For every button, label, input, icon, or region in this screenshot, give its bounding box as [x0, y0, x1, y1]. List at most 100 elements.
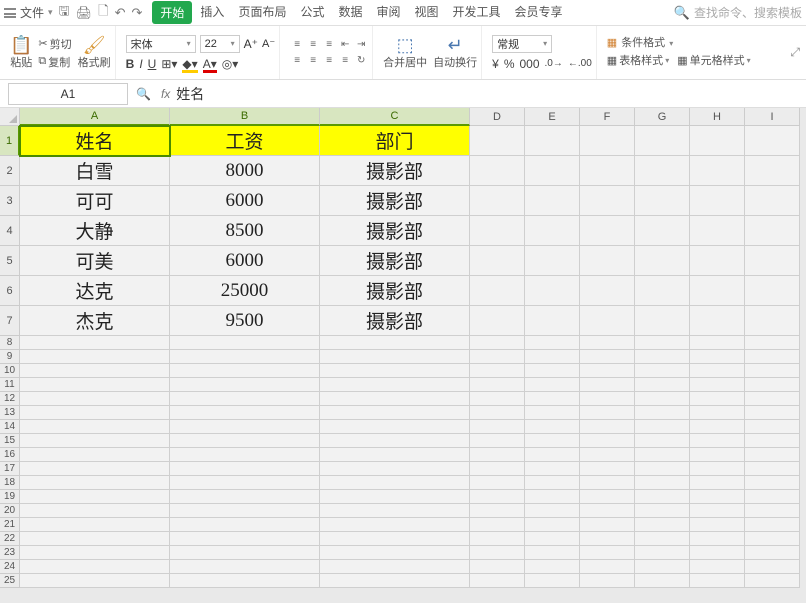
cell-A20[interactable]	[20, 504, 170, 518]
row-header-9[interactable]: 9	[0, 350, 20, 364]
row-header-23[interactable]: 23	[0, 546, 20, 560]
row-header-11[interactable]: 11	[0, 378, 20, 392]
tab-开始[interactable]: 开始	[152, 1, 192, 24]
search-box[interactable]: 🔍 查找命令、搜索模板	[674, 4, 802, 21]
cell-B7[interactable]: 9500	[170, 306, 320, 336]
row-header-19[interactable]: 19	[0, 490, 20, 504]
expand-icon[interactable]: ⤢	[790, 45, 800, 60]
cell-C3[interactable]: 摄影部	[320, 186, 470, 216]
cell-I12[interactable]	[745, 392, 800, 406]
cell-D7[interactable]	[470, 306, 525, 336]
cell-D16[interactable]	[470, 448, 525, 462]
cell-D9[interactable]	[470, 350, 525, 364]
cell-I10[interactable]	[745, 364, 800, 378]
cell-G10[interactable]	[635, 364, 690, 378]
cell-B2[interactable]: 8000	[170, 156, 320, 186]
font-color-button[interactable]: A▾	[203, 57, 217, 71]
cell-F12[interactable]	[580, 392, 635, 406]
tab-公式[interactable]: 公式	[294, 1, 330, 24]
cell-B16[interactable]	[170, 448, 320, 462]
cell-F13[interactable]	[580, 406, 635, 420]
col-header-I[interactable]: I	[745, 108, 800, 126]
cell-H4[interactable]	[690, 216, 745, 246]
cell-D21[interactable]	[470, 518, 525, 532]
cell-C13[interactable]	[320, 406, 470, 420]
row-header-16[interactable]: 16	[0, 448, 20, 462]
cell-G19[interactable]	[635, 490, 690, 504]
cell-A25[interactable]	[20, 574, 170, 588]
cell-E18[interactable]	[525, 476, 580, 490]
cell-D13[interactable]	[470, 406, 525, 420]
cell-F20[interactable]	[580, 504, 635, 518]
cell-C7[interactable]: 摄影部	[320, 306, 470, 336]
cell-I14[interactable]	[745, 420, 800, 434]
cell-A2[interactable]: 白雪	[20, 156, 170, 186]
cell-I8[interactable]	[745, 336, 800, 350]
cell-I22[interactable]	[745, 532, 800, 546]
cell-D8[interactable]	[470, 336, 525, 350]
cell-B23[interactable]	[170, 546, 320, 560]
row-header-7[interactable]: 7	[0, 306, 20, 336]
select-all-corner[interactable]	[0, 108, 20, 126]
cell-F17[interactable]	[580, 462, 635, 476]
tab-审阅[interactable]: 审阅	[370, 1, 406, 24]
cell-E7[interactable]	[525, 306, 580, 336]
cell-C17[interactable]	[320, 462, 470, 476]
row-header-25[interactable]: 25	[0, 574, 20, 588]
cell-I1[interactable]	[745, 126, 800, 156]
cell-G4[interactable]	[635, 216, 690, 246]
cell-B5[interactable]: 6000	[170, 246, 320, 276]
cell-G21[interactable]	[635, 518, 690, 532]
cell-A15[interactable]	[20, 434, 170, 448]
fx-icon[interactable]: fx	[161, 87, 170, 101]
cell-F16[interactable]	[580, 448, 635, 462]
cell-H14[interactable]	[690, 420, 745, 434]
cell-F10[interactable]	[580, 364, 635, 378]
cell-B10[interactable]	[170, 364, 320, 378]
cell-F1[interactable]	[580, 126, 635, 156]
copy-button[interactable]: ⧉复制	[38, 54, 71, 70]
cell-G22[interactable]	[635, 532, 690, 546]
cell-F7[interactable]	[580, 306, 635, 336]
cell-B18[interactable]	[170, 476, 320, 490]
cell-D24[interactable]	[470, 560, 525, 574]
bold-button[interactable]: B	[126, 57, 135, 71]
cell-E25[interactable]	[525, 574, 580, 588]
col-header-H[interactable]: H	[690, 108, 745, 126]
tab-视图[interactable]: 视图	[409, 1, 445, 24]
cell-B8[interactable]	[170, 336, 320, 350]
font-size-select[interactable]: 22▾	[200, 35, 240, 53]
cell-E16[interactable]	[525, 448, 580, 462]
cell-E24[interactable]	[525, 560, 580, 574]
name-box[interactable]: A1	[8, 83, 128, 105]
cell-H17[interactable]	[690, 462, 745, 476]
col-header-D[interactable]: D	[470, 108, 525, 126]
row-header-2[interactable]: 2	[0, 156, 20, 186]
cell-C19[interactable]	[320, 490, 470, 504]
cell-H9[interactable]	[690, 350, 745, 364]
tab-开发工具[interactable]: 开发工具	[447, 1, 507, 24]
merge-button[interactable]: ⬚ 合并居中	[383, 35, 427, 70]
row-header-13[interactable]: 13	[0, 406, 20, 420]
cell-B19[interactable]	[170, 490, 320, 504]
undo-icon[interactable]: ↶	[115, 5, 126, 21]
cell-A9[interactable]	[20, 350, 170, 364]
cell-A12[interactable]	[20, 392, 170, 406]
align-right-icon[interactable]: ≡	[322, 54, 336, 68]
cell-C23[interactable]	[320, 546, 470, 560]
cell-F22[interactable]	[580, 532, 635, 546]
cell-I16[interactable]	[745, 448, 800, 462]
cell-D23[interactable]	[470, 546, 525, 560]
cell-G20[interactable]	[635, 504, 690, 518]
cell-D3[interactable]	[470, 186, 525, 216]
cell-F21[interactable]	[580, 518, 635, 532]
currency-icon[interactable]: ¥	[492, 57, 499, 71]
cell-G9[interactable]	[635, 350, 690, 364]
cell-I17[interactable]	[745, 462, 800, 476]
cell-D14[interactable]	[470, 420, 525, 434]
col-header-B[interactable]: B	[170, 108, 320, 126]
cell-C5[interactable]: 摄影部	[320, 246, 470, 276]
cell-B22[interactable]	[170, 532, 320, 546]
cell-B17[interactable]	[170, 462, 320, 476]
cell-A13[interactable]	[20, 406, 170, 420]
